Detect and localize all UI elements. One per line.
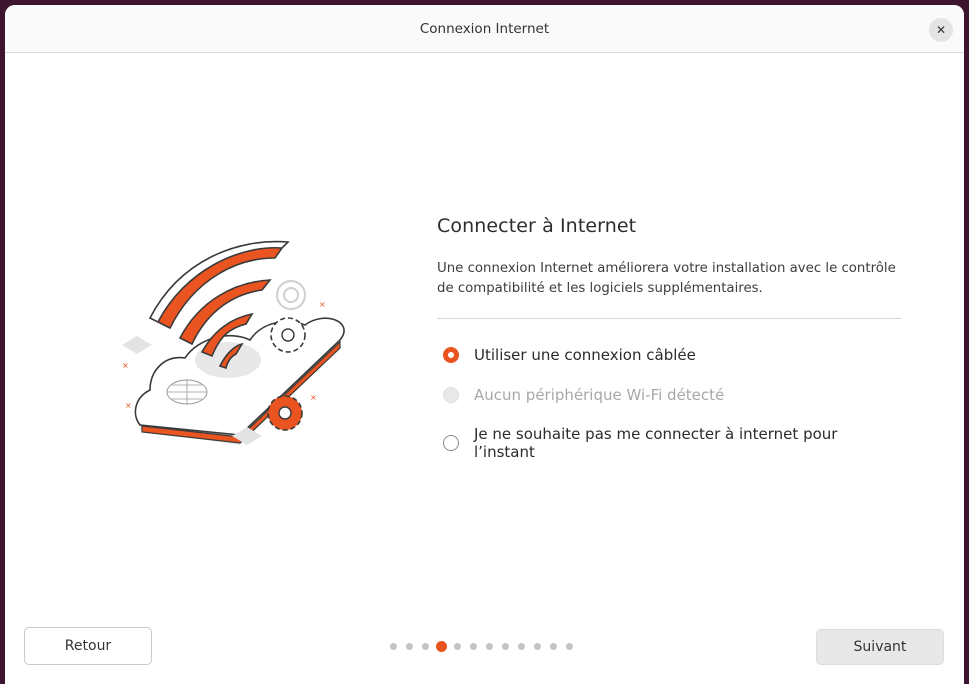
- divider: [437, 318, 901, 319]
- progress-dot-current: [436, 641, 447, 652]
- connection-panel: Connecter à Internet Une connexion Inter…: [437, 215, 901, 463]
- radio-wired[interactable]: [443, 347, 459, 363]
- progress-dot: [566, 643, 573, 650]
- progress-dot: [486, 643, 493, 650]
- cloud-icon: [134, 317, 345, 445]
- globe-icon: [166, 379, 208, 405]
- progress-dot: [470, 643, 477, 650]
- option-wifi: Aucun périphérique Wi-Fi détecté: [443, 375, 901, 415]
- option-label: Utiliser une connexion câblée: [474, 346, 696, 364]
- progress-dot: [406, 643, 413, 650]
- page-title: Connecter à Internet: [437, 215, 637, 237]
- radio-wifi: [443, 387, 459, 403]
- progress-dots: [390, 641, 582, 652]
- progress-dot: [422, 643, 429, 650]
- option-label: Aucun périphérique Wi-Fi détecté: [474, 386, 725, 404]
- option-wired[interactable]: Utiliser une connexion câblée: [443, 335, 901, 375]
- titlebar: Connexion Internet ✕: [5, 5, 964, 53]
- radio-offline[interactable]: [443, 435, 459, 451]
- progress-dot: [454, 643, 461, 650]
- svg-text:×: ×: [122, 361, 129, 370]
- progress-dot: [390, 643, 397, 650]
- progress-dot: [550, 643, 557, 650]
- option-offline[interactable]: Je ne souhaite pas me connecter à intern…: [443, 423, 901, 463]
- next-button[interactable]: Suivant: [816, 629, 944, 665]
- installer-window: Connexion Internet ✕ × × × × Connecter à…: [5, 5, 964, 684]
- connection-options: Utiliser une connexion câblée Aucun péri…: [437, 335, 901, 463]
- svg-text:×: ×: [310, 393, 317, 402]
- svg-text:×: ×: [319, 300, 326, 309]
- back-button[interactable]: Retour: [24, 627, 152, 665]
- page-description: Une connexion Internet améliorera votre …: [437, 261, 896, 296]
- progress-dot: [518, 643, 525, 650]
- progress-dot: [502, 643, 509, 650]
- close-icon: ✕: [935, 23, 947, 37]
- option-label: Je ne souhaite pas me connecter à intern…: [474, 425, 838, 461]
- close-button[interactable]: ✕: [929, 18, 953, 42]
- window-title: Connexion Internet: [419, 21, 550, 37]
- svg-text:×: ×: [125, 401, 132, 410]
- progress-dot: [534, 643, 541, 650]
- network-illustration: × × × ×: [122, 240, 345, 445]
